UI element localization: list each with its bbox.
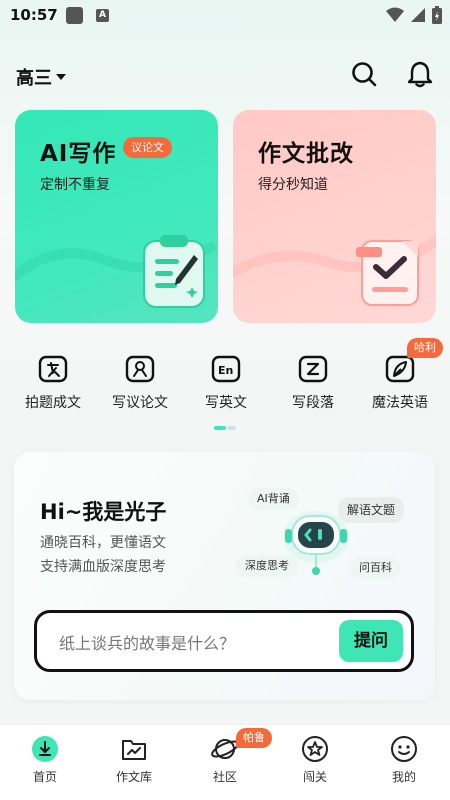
nav-home[interactable]: 首页 (10, 735, 80, 785)
ai-write-title: AI写作 (40, 141, 117, 167)
grade-label: 高三 (16, 68, 52, 89)
clipboard-pen-icon (143, 235, 205, 308)
ai-write-card[interactable]: AI写作 议论文 定制不重复 (15, 110, 218, 323)
tool-photo-essay[interactable]: 拍题成文 (13, 354, 93, 412)
tool-label: 写议论文 (112, 395, 168, 411)
essay-correction-subtitle: 得分秒知道 (258, 177, 328, 193)
community-icon (211, 739, 239, 759)
caret-down-icon (56, 74, 66, 80)
tool-row: 拍题成文 写议论文 En 写英文 写段落 魔法英语 (0, 350, 450, 420)
tool-page-indicator (214, 426, 236, 430)
argument-icon (125, 355, 155, 383)
nav-essay-library[interactable]: 作文库 (99, 735, 169, 785)
nav-profile[interactable]: 我的 (369, 735, 439, 785)
assistant-line-2: 支持满血版深度思考 (40, 559, 166, 575)
nav-label: 作文库 (115, 770, 152, 784)
tool-magic-english[interactable]: 魔法英语 (360, 354, 440, 412)
page-dot (228, 426, 236, 430)
a-notification-icon: A (96, 9, 109, 22)
bottom-navigation: 首页 作文库 社区 闯关 我的 (0, 724, 450, 800)
nav-label: 首页 (32, 770, 57, 784)
assistant-panel: Hi~我是光子 通晓百科，更懂语文 支持满血版深度思考 AI背诵 解语文题 深度… (14, 452, 435, 700)
nav-challenge[interactable]: 闯关 (280, 735, 350, 785)
tool-label: 魔法英语 (372, 395, 428, 411)
nav-label: 社区 (212, 770, 237, 784)
robot-mascot-icon (283, 511, 349, 575)
svg-text:En: En (218, 364, 233, 377)
essay-type-tag: 议论文 (123, 137, 172, 158)
nav-label: 闯关 (302, 770, 327, 784)
essay-correction-title: 作文批改 (258, 141, 354, 167)
tool-english[interactable]: En 写英文 (186, 354, 266, 412)
essay-library-icon (122, 740, 146, 760)
home-icon (32, 736, 58, 762)
community-badge: 帕鲁 (236, 728, 272, 748)
photo-text-icon (38, 355, 68, 383)
document-check-icon (356, 240, 419, 306)
question-input-box[interactable]: 纸上谈兵的故事是什么？ 提问 (34, 610, 414, 672)
paragraph-icon (298, 355, 328, 383)
page-dot-active (214, 426, 226, 430)
magic-english-badge: 哈利 (407, 338, 443, 358)
app-notification-icon (66, 7, 83, 24)
profile-icon (391, 736, 417, 762)
grade-selector[interactable]: 高三 (16, 64, 66, 90)
essay-correction-card[interactable]: 作文批改 得分秒知道 (233, 110, 436, 323)
search-icon[interactable] (350, 60, 378, 88)
tool-paragraph[interactable]: 写段落 (273, 354, 353, 412)
wifi-icon (386, 7, 404, 22)
tool-label: 写英文 (205, 395, 247, 411)
challenge-icon (302, 736, 328, 762)
tool-label: 拍题成文 (25, 395, 81, 411)
system-icons (386, 6, 442, 24)
english-icon: En (211, 355, 241, 383)
tool-label: 写段落 (292, 395, 334, 411)
signal-icon (411, 8, 425, 22)
bubble-ask-wiki[interactable]: 问百科 (350, 557, 401, 579)
battery-icon (432, 6, 442, 24)
question-input-placeholder[interactable]: 纸上谈兵的故事是什么？ (59, 630, 235, 654)
magic-english-icon (385, 355, 415, 383)
tool-argument[interactable]: 写议论文 (100, 354, 180, 412)
assistant-line-1: 通晓百科，更懂语文 (40, 535, 166, 551)
ask-button[interactable]: 提问 (339, 620, 403, 662)
bell-icon[interactable] (406, 60, 434, 88)
nav-label: 我的 (391, 770, 416, 784)
assistant-greeting: Hi~我是光子 (40, 500, 167, 524)
ai-write-subtitle: 定制不重复 (40, 177, 110, 193)
status-time: 10:57 (10, 6, 58, 24)
status-bar: 10:57 A (0, 0, 450, 32)
